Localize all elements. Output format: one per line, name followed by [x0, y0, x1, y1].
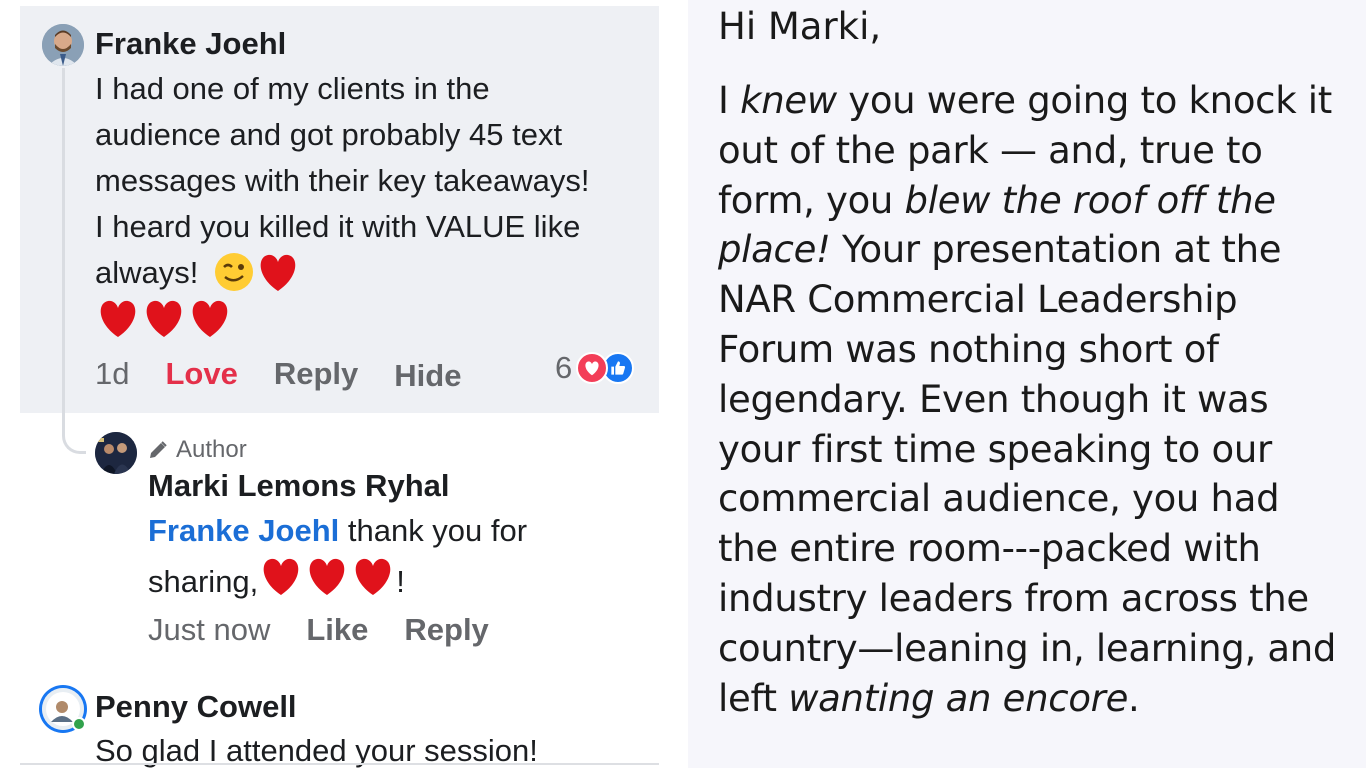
- email-emphasis: wanting an encore: [788, 676, 1129, 720]
- email-text-segment: Your presentation at the NAR Commercial …: [718, 228, 1337, 720]
- reply-button[interactable]: Reply: [274, 356, 358, 392]
- author-label-text: Author: [176, 436, 247, 463]
- comment-timestamp[interactable]: Just now: [148, 612, 270, 648]
- love-reaction-button[interactable]: Love: [165, 356, 237, 392]
- reaction-count: 6: [555, 350, 573, 385]
- comment-body: So glad I attended your session!: [95, 733, 538, 768]
- avatar-marki[interactable]: [95, 432, 137, 474]
- hide-button[interactable]: Hide: [394, 358, 461, 394]
- comment-timestamp[interactable]: 1d: [95, 356, 129, 392]
- comment-body-end: !: [396, 564, 405, 599]
- heart-icon: [146, 300, 182, 337]
- email-text-segment: .: [1128, 676, 1140, 720]
- comment-actions-marki: Just now Like Reply: [148, 612, 489, 648]
- heart-icon: [192, 300, 228, 337]
- email-emphasis: knew: [740, 79, 837, 122]
- comment-text-franke: I had one of my clients in the audience …: [95, 66, 600, 347]
- commenter-name[interactable]: Marki Lemons Ryhal: [148, 468, 449, 504]
- reaction-summary[interactable]: 6: [555, 350, 635, 386]
- comment-actions-franke: 1d Love Reply Hide: [95, 354, 461, 394]
- like-button[interactable]: Like: [306, 612, 368, 648]
- author-badge: Author: [148, 436, 247, 464]
- heart-row: [258, 554, 396, 598]
- heart-icon: [100, 300, 136, 337]
- mention-link[interactable]: Franke Joehl: [148, 513, 339, 548]
- email-paragraph: I knew you were going to knock it out of…: [718, 76, 1338, 723]
- reply-button[interactable]: Reply: [404, 612, 488, 648]
- commenter-name[interactable]: Penny Cowell: [95, 689, 297, 725]
- heart-icon: [355, 558, 391, 595]
- avatar-franke[interactable]: [42, 24, 84, 66]
- comment-text-marki: Franke Joehl thank you for sharing, !: [148, 508, 618, 605]
- online-status-dot: [72, 717, 86, 731]
- wink-emoji-icon: [215, 253, 253, 291]
- pencil-icon: [150, 441, 167, 458]
- comments-panel: Franke Joehl I had one of my clients in …: [0, 0, 678, 768]
- love-reaction-icon: [576, 352, 609, 384]
- comment-body: I had one of my clients in the audience …: [95, 71, 590, 290]
- heart-icon: [309, 558, 345, 595]
- heart-icon: [260, 254, 296, 291]
- bottom-divider: [20, 763, 659, 765]
- commenter-name[interactable]: Franke Joehl: [95, 26, 286, 62]
- heart-row: [95, 296, 233, 340]
- reply-thread-line: [62, 68, 86, 454]
- heart-icon: [263, 558, 299, 595]
- email-greeting: Hi Marki,: [718, 5, 882, 48]
- email-text-segment: I: [718, 79, 741, 122]
